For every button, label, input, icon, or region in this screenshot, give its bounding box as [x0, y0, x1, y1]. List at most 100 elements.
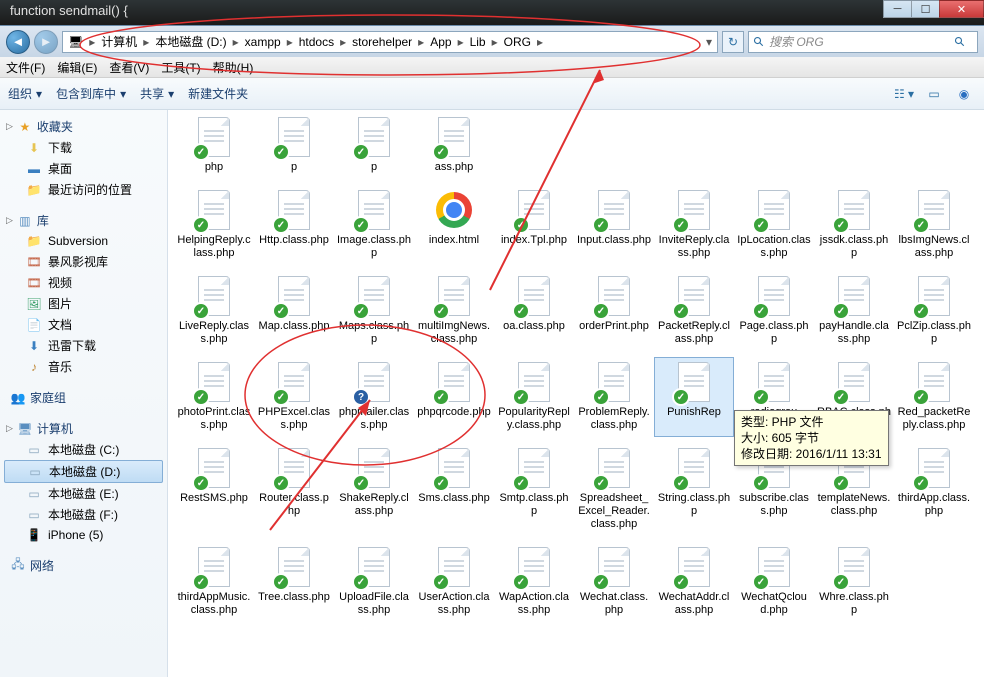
breadcrumb-seg[interactable]: htdocs: [296, 32, 337, 52]
breadcrumb-seg[interactable]: 计算机: [98, 32, 140, 52]
search-go-icon[interactable]: [954, 36, 966, 48]
menu-file[interactable]: 文件(F): [0, 59, 51, 76]
file-item[interactable]: ✓Red_packetReply.class.php: [894, 357, 974, 437]
file-item[interactable]: ✓p: [254, 112, 334, 179]
file-item[interactable]: ✓multiImgNews.class.php: [414, 271, 494, 351]
sidebar-item-xunlei[interactable]: ⬇迅雷下载: [0, 335, 167, 356]
file-item[interactable]: ✓orderPrint.php: [574, 271, 654, 351]
sidebar-item-recent[interactable]: 📁最近访问的位置: [0, 179, 167, 200]
file-item[interactable]: ✓Sms.class.php: [414, 443, 494, 536]
breadcrumb-seg[interactable]: xampp: [242, 32, 284, 52]
file-item[interactable]: ✓thirdAppMusic.class.php: [174, 542, 254, 622]
sidebar-item-desktop[interactable]: ▬桌面: [0, 158, 167, 179]
file-item[interactable]: ✓Wechat.class.php: [574, 542, 654, 622]
file-item[interactable]: ✓Map.class.php: [254, 271, 334, 351]
file-item[interactable]: ✓RestSMS.php: [174, 443, 254, 536]
search-box[interactable]: 搜索 ORG: [748, 31, 978, 53]
sidebar-item-iphone[interactable]: 📱iPhone (5): [0, 525, 167, 545]
file-item[interactable]: ✓PclZip.class.php: [894, 271, 974, 351]
file-item[interactable]: ✓ass.php: [414, 112, 494, 179]
file-item[interactable]: ✓UserAction.class.php: [414, 542, 494, 622]
breadcrumb-seg[interactable]: Lib: [467, 32, 489, 52]
refresh-button[interactable]: ↻: [722, 31, 744, 53]
file-item[interactable]: ✓thirdApp.class.php: [894, 443, 974, 536]
menu-view[interactable]: 查看(V): [103, 59, 155, 76]
file-item[interactable]: ✓LiveReply.class.php: [174, 271, 254, 351]
file-list-pane[interactable]: ✓php✓p✓p✓ass.php✓HelpingReply.class.php✓…: [168, 110, 984, 677]
sidebar-item-videos[interactable]: 🎞视频: [0, 272, 167, 293]
file-item[interactable]: ✓Http.class.php: [254, 185, 334, 265]
file-item[interactable]: ✓php: [174, 112, 254, 179]
sidebar-item-drive-f[interactable]: ▭本地磁盘 (F:): [0, 504, 167, 525]
file-item[interactable]: ✓PacketReply.class.php: [654, 271, 734, 351]
menu-help[interactable]: 帮助(H): [207, 59, 260, 76]
help-button[interactable]: ◉: [952, 83, 976, 105]
file-item[interactable]: index.html: [414, 185, 494, 265]
file-item[interactable]: ✓Tree.class.php: [254, 542, 334, 622]
back-button[interactable]: ◄: [6, 30, 30, 54]
menu-tools[interactable]: 工具(T): [155, 59, 206, 76]
breadcrumb-root-icon[interactable]: 🖥: [65, 32, 86, 52]
sidebar-item-videolib[interactable]: 🎞暴风影视库: [0, 251, 167, 272]
view-options-button[interactable]: ☷ ▾: [892, 83, 916, 105]
sidebar-item-documents[interactable]: 📄文档: [0, 314, 167, 335]
menu-edit[interactable]: 编辑(E): [51, 59, 103, 76]
file-item[interactable]: ✓Whre.class.php: [814, 542, 894, 622]
sidebar-item-music[interactable]: ♪音乐: [0, 356, 167, 377]
file-item[interactable]: ✓InviteReply.class.php: [654, 185, 734, 265]
file-item[interactable]: ✓Router.class.php: [254, 443, 334, 536]
file-item[interactable]: ✓jssdk.class.php: [814, 185, 894, 265]
file-item[interactable]: ✓photoPrint.class.php: [174, 357, 254, 437]
file-item[interactable]: ✓String.class.php: [654, 443, 734, 536]
forward-button[interactable]: ►: [34, 30, 58, 54]
organize-button[interactable]: 组织 ▾: [8, 85, 42, 102]
file-item[interactable]: ✓index.Tpl.php: [494, 185, 574, 265]
file-item[interactable]: ✓WapAction.class.php: [494, 542, 574, 622]
file-item[interactable]: ✓PHPExcel.class.php: [254, 357, 334, 437]
breadcrumb-seg[interactable]: 本地磁盘 (D:): [152, 32, 229, 52]
sidebar-network-head[interactable]: 🖧网络: [0, 555, 167, 576]
breadcrumb-seg[interactable]: App: [427, 32, 454, 52]
file-item[interactable]: ✓HelpingReply.class.php: [174, 185, 254, 265]
file-item[interactable]: ✓Image.class.php: [334, 185, 414, 265]
preview-pane-button[interactable]: ▭: [922, 83, 946, 105]
file-item[interactable]: ✓WechatAddr.class.php: [654, 542, 734, 622]
sidebar-item-downloads[interactable]: ⬇下载: [0, 137, 167, 158]
new-folder-button[interactable]: 新建文件夹: [188, 85, 248, 102]
close-button[interactable]: ✕: [939, 0, 984, 18]
sidebar-libraries-head[interactable]: ▷▥库: [0, 210, 167, 231]
sidebar-item-drive-c[interactable]: ▭本地磁盘 (C:): [0, 439, 167, 460]
file-item[interactable]: ✓PunishRep: [654, 357, 734, 437]
sidebar-computer-head[interactable]: ▷🖥计算机: [0, 418, 167, 439]
file-item[interactable]: ✓Maps.class.php: [334, 271, 414, 351]
file-item[interactable]: ✓Smtp.class.php: [494, 443, 574, 536]
file-item[interactable]: ✓IpLocation.class.php: [734, 185, 814, 265]
file-item[interactable]: ✓PopularityReply.class.php: [494, 357, 574, 437]
file-item[interactable]: ✓oa.class.php: [494, 271, 574, 351]
minimize-button[interactable]: ─: [883, 0, 912, 18]
file-item[interactable]: ✓lbsImgNews.class.php: [894, 185, 974, 265]
file-item[interactable]: ✓WechatQcloud.php: [734, 542, 814, 622]
sidebar-item-drive-d[interactable]: ▭本地磁盘 (D:): [4, 460, 163, 483]
file-item[interactable]: ✓Spreadsheet_Excel_Reader.class.php: [574, 443, 654, 536]
breadcrumb-dropdown-icon[interactable]: ▾: [703, 35, 715, 49]
file-item[interactable]: ✓p: [334, 112, 414, 179]
file-item[interactable]: ✓payHandle.class.php: [814, 271, 894, 351]
file-item[interactable]: ✓ProblemReply.class.php: [574, 357, 654, 437]
sidebar-favorites-head[interactable]: ▷★收藏夹: [0, 116, 167, 137]
breadcrumb-bar[interactable]: 🖥▸ 计算机▸ 本地磁盘 (D:)▸ xampp▸ htdocs▸ storeh…: [62, 31, 718, 53]
include-in-library-button[interactable]: 包含到库中 ▾: [56, 85, 126, 102]
share-button[interactable]: 共享 ▾: [140, 85, 174, 102]
sidebar-item-pictures[interactable]: 🖼图片: [0, 293, 167, 314]
file-item[interactable]: ✓phpqrcode.php: [414, 357, 494, 437]
breadcrumb-seg[interactable]: storehelper: [349, 32, 415, 52]
file-item[interactable]: ✓Input.class.php: [574, 185, 654, 265]
breadcrumb-seg[interactable]: ORG: [501, 32, 534, 52]
sidebar-homegroup-head[interactable]: 👥家庭组: [0, 387, 167, 408]
sidebar-item-drive-e[interactable]: ▭本地磁盘 (E:): [0, 483, 167, 504]
sidebar-item-subversion[interactable]: 📁Subversion: [0, 231, 167, 251]
file-item[interactable]: ?phpmailer.class.php: [334, 357, 414, 437]
file-item[interactable]: ✓Page.class.php: [734, 271, 814, 351]
maximize-button[interactable]: ☐: [911, 0, 940, 18]
file-item[interactable]: ✓ShakeReply.class.php: [334, 443, 414, 536]
